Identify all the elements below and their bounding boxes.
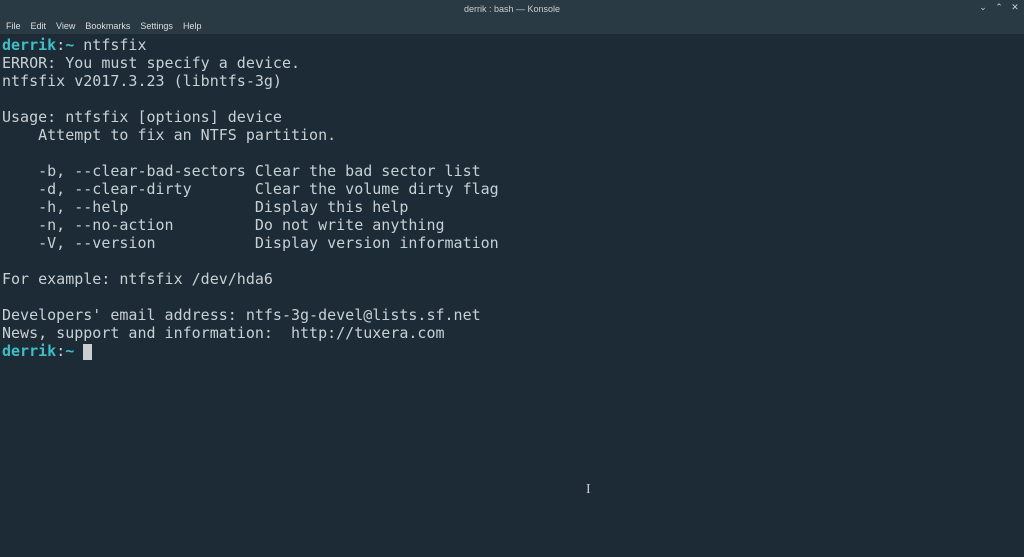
prompt-sep: : bbox=[56, 342, 65, 360]
prompt-path: ~ bbox=[65, 36, 74, 54]
titlebar: derrik : bash — Konsole ⌄ ⌃ ✕ bbox=[0, 0, 1024, 18]
output-line: ERROR: You must specify a device. bbox=[2, 54, 300, 72]
output-line: -b, --clear-bad-sectors Clear the bad se… bbox=[2, 162, 481, 180]
output-line: Developers' email address: ntfs-3g-devel… bbox=[2, 306, 481, 324]
prompt-user: derrik bbox=[2, 342, 56, 360]
menu-settings[interactable]: Settings bbox=[140, 21, 173, 31]
menu-edit[interactable]: Edit bbox=[31, 21, 47, 31]
menu-bookmarks[interactable]: Bookmarks bbox=[85, 21, 130, 31]
prompt-user: derrik bbox=[2, 36, 56, 54]
menu-view[interactable]: View bbox=[56, 21, 75, 31]
minimize-button[interactable]: ⌄ bbox=[978, 2, 988, 12]
window-title: derrik : bash — Konsole bbox=[464, 4, 560, 14]
text-cursor-icon: I bbox=[586, 482, 591, 498]
output-line: -V, --version Display version informatio… bbox=[2, 234, 499, 252]
prompt-sep: : bbox=[56, 36, 65, 54]
terminal-area[interactable]: derrik:~ ntfsfix ERROR: You must specify… bbox=[0, 34, 1024, 362]
maximize-button[interactable]: ⌃ bbox=[994, 2, 1004, 12]
output-line: -d, --clear-dirty Clear the volume dirty… bbox=[2, 180, 499, 198]
close-button[interactable]: ✕ bbox=[1010, 2, 1020, 12]
output-line: ntfsfix v2017.3.23 (libntfs-3g) bbox=[2, 72, 282, 90]
cursor-block bbox=[83, 344, 92, 360]
menu-file[interactable]: File bbox=[6, 21, 21, 31]
output-line: News, support and information: http://tu… bbox=[2, 324, 445, 342]
window-controls: ⌄ ⌃ ✕ bbox=[978, 2, 1020, 12]
output-line: For example: ntfsfix /dev/hda6 bbox=[2, 270, 273, 288]
output-line: Attempt to fix an NTFS partition. bbox=[2, 126, 336, 144]
menu-help[interactable]: Help bbox=[183, 21, 202, 31]
prompt-path: ~ bbox=[65, 342, 74, 360]
output-line: Usage: ntfsfix [options] device bbox=[2, 108, 282, 126]
menubar: File Edit View Bookmarks Settings Help bbox=[0, 18, 1024, 34]
output-line: -h, --help Display this help bbox=[2, 198, 408, 216]
output-line: -n, --no-action Do not write anything bbox=[2, 216, 445, 234]
command-text: ntfsfix bbox=[83, 36, 146, 54]
